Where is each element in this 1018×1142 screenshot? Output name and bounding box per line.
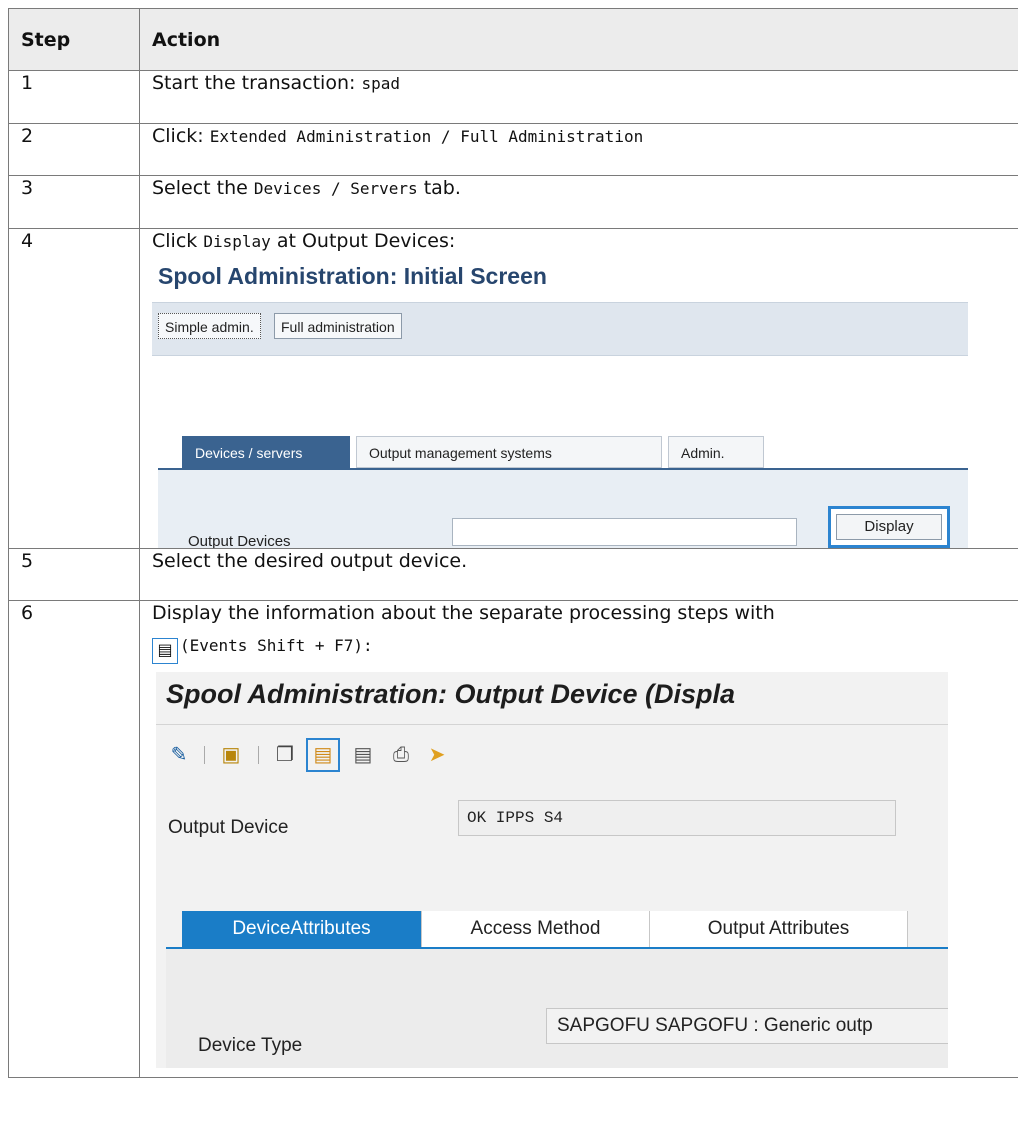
table-row: 1 Start the transaction: spad xyxy=(8,70,1018,124)
step-number: 5 xyxy=(8,548,140,601)
action-text: Start the transaction: xyxy=(152,72,356,94)
step-number: 6 xyxy=(8,600,140,1078)
output-device-screenshot: Spool Administration: Output Device (Dis… xyxy=(156,672,948,1068)
action-code: Display xyxy=(203,232,271,251)
print-icon[interactable]: ⎙ xyxy=(388,742,414,768)
action-cell: Click Display at Output Devices: Spool A… xyxy=(139,228,1018,549)
tab-devices-servers[interactable]: Devices / servers xyxy=(182,436,350,468)
glasses-icon[interactable]: ▣ xyxy=(218,742,244,768)
events-line: ▤ (Events Shift + F7): xyxy=(152,633,1018,664)
step-number: 1 xyxy=(8,70,140,124)
table-row: 4 Click Display at Output Devices: Spool… xyxy=(8,228,1018,549)
action-cell: Display the information about the separa… xyxy=(139,600,1018,1078)
divider xyxy=(156,724,948,725)
output-device-field[interactable]: OK IPPS S4 xyxy=(458,800,896,836)
action-text-after: tab. xyxy=(423,177,461,199)
output-device-label: Output Device xyxy=(168,817,289,838)
full-administration-button[interactable]: Full administration xyxy=(274,313,402,339)
copy-icon[interactable]: ❐ xyxy=(272,742,298,768)
printer-events-icon[interactable]: ▤ xyxy=(306,738,340,772)
action-text: Select the xyxy=(152,177,248,199)
action-text-after: at Output Devices: xyxy=(276,230,456,252)
action-code: Extended Administration / Full Administr… xyxy=(209,127,644,146)
divider xyxy=(258,746,259,764)
table-row: 3 Select the Devices / Servers tab. xyxy=(8,175,1018,229)
action-text: Click: xyxy=(152,125,204,147)
divider xyxy=(204,746,205,764)
action-text: Display the information about the separa… xyxy=(152,602,775,624)
action-code: (Events Shift + F7): xyxy=(180,636,373,655)
table-row: 2 Click: Extended Administration / Full … xyxy=(8,123,1018,176)
action-code: spad xyxy=(361,74,400,93)
spool-initial-screenshot: Spool Administration: Initial Screen Sim… xyxy=(152,260,968,548)
action-cell: Select the Devices / Servers tab. xyxy=(139,175,1018,229)
table-row: 6 Display the information about the sepa… xyxy=(8,600,1018,1078)
tab-device-attributes[interactable]: DeviceAttributes xyxy=(182,911,422,947)
action-text: Select the desired output device. xyxy=(139,548,1018,601)
printer-events-icon: ▤ xyxy=(152,638,178,664)
simple-admin-button[interactable]: Simple admin. xyxy=(158,313,261,339)
steps-table: Step Action 1 Start the transaction: spa… xyxy=(8,8,1018,1078)
tab-admin[interactable]: Admin. xyxy=(668,436,764,468)
step-number: 4 xyxy=(8,228,140,549)
action-cell: Click: Extended Administration / Full Ad… xyxy=(139,123,1018,176)
tab-output-attributes[interactable]: Output Attributes xyxy=(650,911,908,947)
toolbar: Simple admin. Full administration xyxy=(152,302,968,356)
table-header-row: Step Action xyxy=(8,8,1018,71)
step-number: 3 xyxy=(8,175,140,229)
screen-title: Spool Administration: Initial Screen xyxy=(158,263,547,289)
output-devices-label: Output Devices xyxy=(188,533,291,548)
action-text: Click xyxy=(152,230,198,252)
device-type-label: Device Type xyxy=(198,1035,303,1056)
export-icon[interactable]: ➤ xyxy=(424,742,450,768)
output-devices-input[interactable] xyxy=(452,518,797,546)
display-button-label: Display xyxy=(836,514,942,540)
header-action: Action xyxy=(139,8,1018,71)
tab-access-method[interactable]: Access Method xyxy=(422,911,650,947)
step-number: 2 xyxy=(8,123,140,176)
action-cell: Start the transaction: spad xyxy=(139,70,1018,124)
device-type-field[interactable]: SAPGOFU SAPGOFU : Generic outp xyxy=(546,1008,948,1044)
display-button[interactable]: Display xyxy=(828,506,950,548)
screen-title: Spool Administration: Output Device (Dis… xyxy=(166,679,736,709)
action-code: Devices / Servers xyxy=(253,179,418,198)
tab-output-management-systems[interactable]: Output management systems xyxy=(356,436,662,468)
header-step: Step xyxy=(8,8,140,71)
table-row: 5 Select the desired output device. xyxy=(8,548,1018,601)
list-icon[interactable]: ▤ xyxy=(350,742,376,768)
pencil-icon[interactable]: ✎ xyxy=(166,742,192,768)
